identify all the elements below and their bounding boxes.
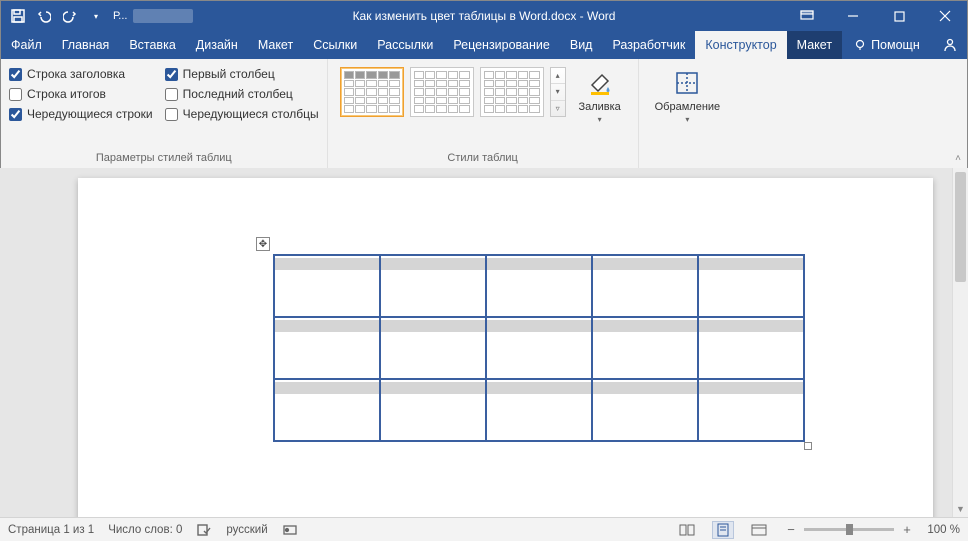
document-area: ✥ ▲ ▼ (0, 168, 968, 517)
chk-first-col[interactable]: Первый столбец (165, 67, 319, 81)
shading-button[interactable]: Заливка ▾ (570, 63, 630, 124)
share-button[interactable] (930, 31, 968, 59)
table-styles-gallery[interactable]: ▴▾▿ (336, 63, 570, 117)
zoom-level[interactable]: 100 % (920, 524, 960, 536)
group-label-options: Параметры стилей таблиц (9, 150, 319, 168)
chk-last-col[interactable]: Последний столбец (165, 87, 319, 101)
tab-developer[interactable]: Разработчик (602, 31, 695, 59)
tell-me-label: Помощн (871, 38, 920, 52)
redo-icon[interactable] (63, 9, 77, 23)
quick-access-toolbar: ▾ (1, 9, 103, 23)
gallery-more-button[interactable]: ▴▾▿ (550, 67, 566, 117)
group-borders: Обрамление ▾ (639, 59, 737, 168)
account-name-placeholder (133, 9, 193, 23)
tab-table-design[interactable]: Конструктор (695, 31, 786, 59)
table-resize-handle[interactable] (804, 442, 812, 450)
chk-banded-rows[interactable]: Чередующиеся строки (9, 107, 153, 121)
title-bar: ▾ Как изменить цвет таблицы в Word.docx … (1, 1, 967, 31)
status-bar: Страница 1 из 1 Число слов: 0 русский − … (0, 517, 968, 541)
close-icon[interactable] (923, 1, 967, 31)
document-table[interactable] (273, 254, 805, 442)
table-move-handle[interactable]: ✥ (256, 237, 270, 251)
zoom-slider-thumb[interactable] (846, 524, 853, 535)
tab-view[interactable]: Вид (560, 31, 603, 59)
chk-total-row-label: Строка итогов (27, 87, 106, 101)
shading-label: Заливка (578, 101, 620, 113)
chk-last-col-label: Последний столбец (183, 87, 293, 101)
borders-icon (671, 67, 703, 99)
zoom-control: − + 100 % (784, 523, 960, 536)
status-page[interactable]: Страница 1 из 1 (8, 524, 94, 536)
group-table-styles: ▴▾▿ Заливка ▾ Стили таблиц (328, 59, 639, 168)
chk-banded-cols[interactable]: Чередующиеся столбцы (165, 107, 319, 121)
group-label-styles: Стили таблиц (336, 150, 630, 168)
chevron-down-icon: ▾ (598, 115, 602, 124)
collapse-ribbon-icon[interactable]: ˄ (955, 153, 961, 164)
account-badge[interactable]: Р... (103, 9, 203, 23)
ribbon: Строка заголовка Строка итогов Чередующи… (1, 59, 967, 169)
zoom-out-button[interactable]: − (784, 523, 798, 536)
vertical-scrollbar[interactable]: ▲ ▼ (952, 168, 968, 517)
ribbon-tabs: Файл Главная Вставка Дизайн Макет Ссылки… (1, 31, 967, 59)
tab-design[interactable]: Дизайн (186, 31, 248, 59)
minimize-icon[interactable] (831, 1, 875, 31)
qat-customize-icon[interactable]: ▾ (89, 9, 103, 23)
borders-button[interactable]: Обрамление ▾ (647, 63, 729, 124)
macro-record-icon[interactable] (282, 522, 298, 538)
table-style-thumb-2[interactable] (410, 67, 474, 117)
chk-first-col-label: Первый столбец (183, 67, 275, 81)
borders-label: Обрамление (655, 101, 721, 113)
chk-header-row[interactable]: Строка заголовка (9, 67, 153, 81)
spellcheck-icon[interactable] (196, 522, 212, 538)
page[interactable]: ✥ (78, 178, 933, 517)
zoom-slider[interactable] (804, 528, 894, 531)
chk-total-row[interactable]: Строка итогов (9, 87, 153, 101)
bucket-icon (584, 67, 616, 99)
chevron-down-icon: ▾ (685, 115, 689, 124)
view-web-layout[interactable] (748, 521, 770, 539)
tab-mailings[interactable]: Рассылки (367, 31, 443, 59)
view-print-layout[interactable] (712, 521, 734, 539)
tab-references[interactable]: Ссылки (303, 31, 367, 59)
save-icon[interactable] (11, 9, 25, 23)
undo-icon[interactable] (37, 9, 51, 23)
table-style-thumb-1[interactable] (340, 67, 404, 117)
tab-file[interactable]: Файл (1, 31, 52, 59)
tab-review[interactable]: Рецензирование (443, 31, 560, 59)
group-table-style-options: Строка заголовка Строка итогов Чередующи… (1, 59, 328, 168)
ribbon-display-icon[interactable] (785, 1, 829, 31)
window-title: Как изменить цвет таблицы в Word.docx - … (353, 9, 616, 23)
chk-banded-rows-label: Чередующиеся строки (27, 107, 153, 121)
tab-table-layout[interactable]: Макет (787, 31, 842, 59)
chk-banded-cols-label: Чередующиеся столбцы (183, 107, 319, 121)
window-buttons (785, 1, 967, 31)
status-word-count[interactable]: Число слов: 0 (108, 524, 182, 536)
tab-tell-me[interactable]: Помощн (844, 31, 930, 59)
tab-layout[interactable]: Макет (248, 31, 303, 59)
scroll-down-icon[interactable]: ▼ (953, 501, 968, 517)
account-label: Р... (113, 10, 127, 22)
scroll-thumb[interactable] (955, 172, 966, 282)
status-language[interactable]: русский (226, 524, 267, 536)
table-style-thumb-3[interactable] (480, 67, 544, 117)
maximize-icon[interactable] (877, 1, 921, 31)
lightbulb-icon (854, 39, 866, 51)
tab-home[interactable]: Главная (52, 31, 120, 59)
tab-insert[interactable]: Вставка (119, 31, 185, 59)
chk-header-row-label: Строка заголовка (27, 67, 125, 81)
view-read-mode[interactable] (676, 521, 698, 539)
zoom-in-button[interactable]: + (900, 523, 914, 536)
